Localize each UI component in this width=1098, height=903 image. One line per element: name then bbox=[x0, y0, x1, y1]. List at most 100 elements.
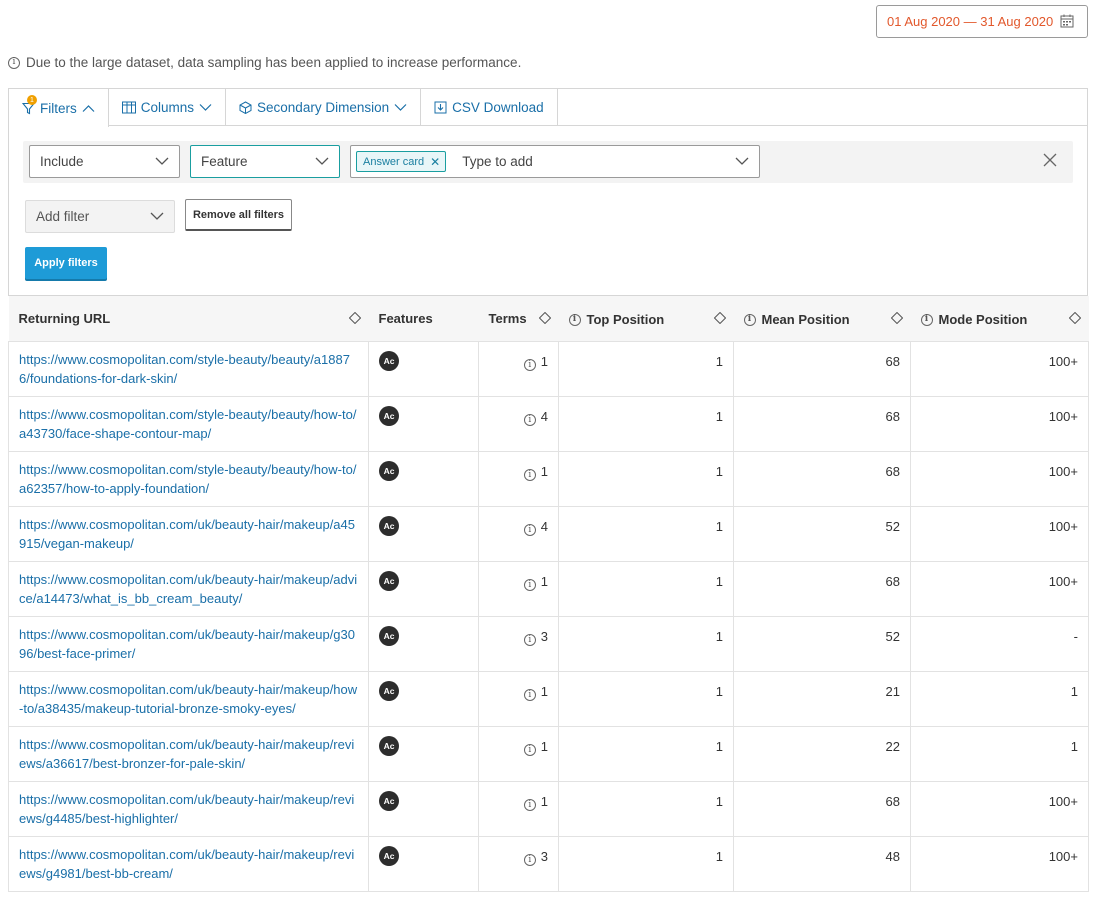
filter-count-badge: 1 bbox=[27, 95, 37, 105]
cell-terms: i1 bbox=[478, 340, 559, 397]
cell-terms: i3 bbox=[478, 835, 559, 892]
type-to-add-input[interactable] bbox=[460, 153, 681, 170]
sort-icon[interactable] bbox=[348, 312, 361, 324]
returning-url-link[interactable]: https://www.cosmopolitan.com/uk/beauty-h… bbox=[19, 515, 358, 553]
sort-icon[interactable] bbox=[1068, 312, 1081, 324]
tab-secondary-dimension-label: Secondary Dimension bbox=[257, 99, 390, 115]
info-icon[interactable]: i bbox=[523, 359, 536, 371]
date-range-text: 01 Aug 2020 — 31 Aug 2020 bbox=[887, 14, 1054, 29]
header-label: Mode Position bbox=[938, 312, 1028, 328]
value-multiselect[interactable]: Answer card ✕ bbox=[350, 145, 760, 178]
cell-top-position: 1 bbox=[558, 725, 734, 782]
chevron-down-icon bbox=[150, 212, 164, 220]
remove-all-filters-button[interactable]: Remove all filters bbox=[185, 199, 292, 231]
include-select[interactable]: Include bbox=[29, 145, 180, 178]
cell-terms: i1 bbox=[478, 560, 559, 617]
cell-url: https://www.cosmopolitan.com/style-beaut… bbox=[8, 340, 369, 397]
cell-mean-position: 52 bbox=[733, 615, 911, 672]
header-terms[interactable]: Terms bbox=[478, 296, 559, 342]
feature-select-value: Feature bbox=[201, 154, 248, 169]
info-icon[interactable]: i bbox=[523, 854, 536, 866]
returning-url-link[interactable]: https://www.cosmopolitan.com/uk/beauty-h… bbox=[19, 625, 358, 663]
chevron-up-icon bbox=[82, 104, 95, 112]
returning-url-link[interactable]: https://www.cosmopolitan.com/style-beaut… bbox=[19, 460, 358, 498]
results-table: Returning URL Features Terms i Top Positi… bbox=[8, 296, 1089, 892]
terms-value: 3 bbox=[540, 848, 548, 864]
header-top-position[interactable]: i Top Position bbox=[558, 296, 734, 342]
feature-select[interactable]: Feature bbox=[190, 145, 340, 178]
cell-features: Ac bbox=[368, 450, 479, 507]
answer-card-feature-icon: Ac bbox=[379, 845, 399, 866]
info-icon[interactable]: i bbox=[523, 689, 536, 701]
cube-icon bbox=[239, 100, 252, 114]
cell-features: Ac bbox=[368, 670, 479, 727]
cell-mean-position: 68 bbox=[733, 780, 911, 837]
cell-mode-position: 100+ bbox=[910, 450, 1089, 507]
terms-value: 1 bbox=[540, 573, 548, 589]
add-filter-select[interactable]: Add filter bbox=[25, 200, 175, 233]
returning-url-link[interactable]: https://www.cosmopolitan.com/style-beaut… bbox=[19, 405, 358, 443]
info-icon[interactable]: i bbox=[523, 799, 536, 811]
cell-mode-position: 1 bbox=[910, 670, 1089, 727]
chip-label: Answer card bbox=[363, 155, 425, 168]
date-range-picker[interactable]: 01 Aug 2020 — 31 Aug 2020 bbox=[876, 5, 1088, 38]
answer-card-feature-icon: Ac bbox=[379, 350, 399, 371]
header-label: Terms bbox=[488, 310, 527, 326]
close-icon[interactable] bbox=[1043, 153, 1057, 167]
info-icon[interactable]: i bbox=[523, 414, 536, 426]
header-mean-position[interactable]: i Mean Position bbox=[733, 296, 911, 342]
table-row: https://www.cosmopolitan.com/style-beaut… bbox=[8, 395, 1089, 452]
header-label: Mean Position bbox=[761, 312, 850, 328]
returning-url-link[interactable]: https://www.cosmopolitan.com/uk/beauty-h… bbox=[19, 735, 358, 773]
cell-mean-position: 68 bbox=[733, 395, 911, 452]
info-icon: i bbox=[8, 56, 20, 69]
returning-url-link[interactable]: https://www.cosmopolitan.com/uk/beauty-h… bbox=[19, 790, 358, 828]
sampling-notice: i Due to the large dataset, data samplin… bbox=[8, 55, 521, 70]
answer-card-chip: Answer card ✕ bbox=[356, 151, 447, 172]
terms-value: 1 bbox=[540, 738, 548, 754]
info-icon: i bbox=[920, 313, 933, 326]
terms-value: 4 bbox=[540, 518, 548, 534]
info-icon[interactable]: i bbox=[523, 634, 536, 646]
cell-mean-position: 48 bbox=[733, 835, 911, 892]
terms-value: 3 bbox=[540, 628, 548, 644]
sort-icon[interactable] bbox=[538, 312, 551, 324]
returning-url-link[interactable]: https://www.cosmopolitan.com/uk/beauty-h… bbox=[19, 680, 358, 718]
table-row: https://www.cosmopolitan.com/uk/beauty-h… bbox=[8, 725, 1089, 782]
cell-top-position: 1 bbox=[558, 505, 734, 562]
answer-card-feature-icon: Ac bbox=[379, 790, 399, 811]
info-icon[interactable]: i bbox=[523, 744, 536, 756]
cell-features: Ac bbox=[368, 615, 479, 672]
table-row: https://www.cosmopolitan.com/uk/beauty-h… bbox=[8, 835, 1089, 892]
returning-url-link[interactable]: https://www.cosmopolitan.com/uk/beauty-h… bbox=[19, 845, 358, 883]
returning-url-link[interactable]: https://www.cosmopolitan.com/uk/beauty-h… bbox=[19, 570, 358, 608]
apply-filters-button[interactable]: Apply filters bbox=[25, 247, 107, 279]
sort-icon[interactable] bbox=[713, 312, 726, 324]
cell-url: https://www.cosmopolitan.com/style-beaut… bbox=[8, 395, 369, 452]
tab-columns[interactable]: Columns bbox=[108, 89, 227, 126]
cell-terms: i1 bbox=[478, 670, 559, 727]
cell-url: https://www.cosmopolitan.com/uk/beauty-h… bbox=[8, 615, 369, 672]
sort-icon[interactable] bbox=[890, 312, 903, 324]
cell-url: https://www.cosmopolitan.com/uk/beauty-h… bbox=[8, 780, 369, 837]
header-mode-position[interactable]: i Mode Position bbox=[910, 296, 1089, 342]
cell-top-position: 1 bbox=[558, 615, 734, 672]
chip-remove-icon[interactable]: ✕ bbox=[430, 155, 440, 169]
columns-icon bbox=[121, 101, 136, 113]
cell-features: Ac bbox=[368, 835, 479, 892]
tab-columns-label: Columns bbox=[140, 99, 195, 115]
chevron-down-icon bbox=[199, 103, 212, 111]
tab-secondary-dimension[interactable]: Secondary Dimension bbox=[226, 89, 422, 126]
cell-features: Ac bbox=[368, 560, 479, 617]
info-icon[interactable]: i bbox=[523, 524, 536, 536]
returning-url-link[interactable]: https://www.cosmopolitan.com/style-beaut… bbox=[19, 350, 358, 388]
header-returning-url[interactable]: Returning URL bbox=[8, 296, 369, 342]
info-icon[interactable]: i bbox=[523, 579, 536, 591]
cell-mode-position: 1 bbox=[910, 725, 1089, 782]
table-row: https://www.cosmopolitan.com/uk/beauty-h… bbox=[8, 780, 1089, 837]
info-icon[interactable]: i bbox=[523, 469, 536, 481]
tab-csv-download[interactable]: CSV Download bbox=[421, 89, 558, 126]
tab-filters[interactable]: 1 Filters bbox=[9, 89, 109, 127]
cell-features: Ac bbox=[368, 395, 479, 452]
cell-terms: i1 bbox=[478, 450, 559, 507]
